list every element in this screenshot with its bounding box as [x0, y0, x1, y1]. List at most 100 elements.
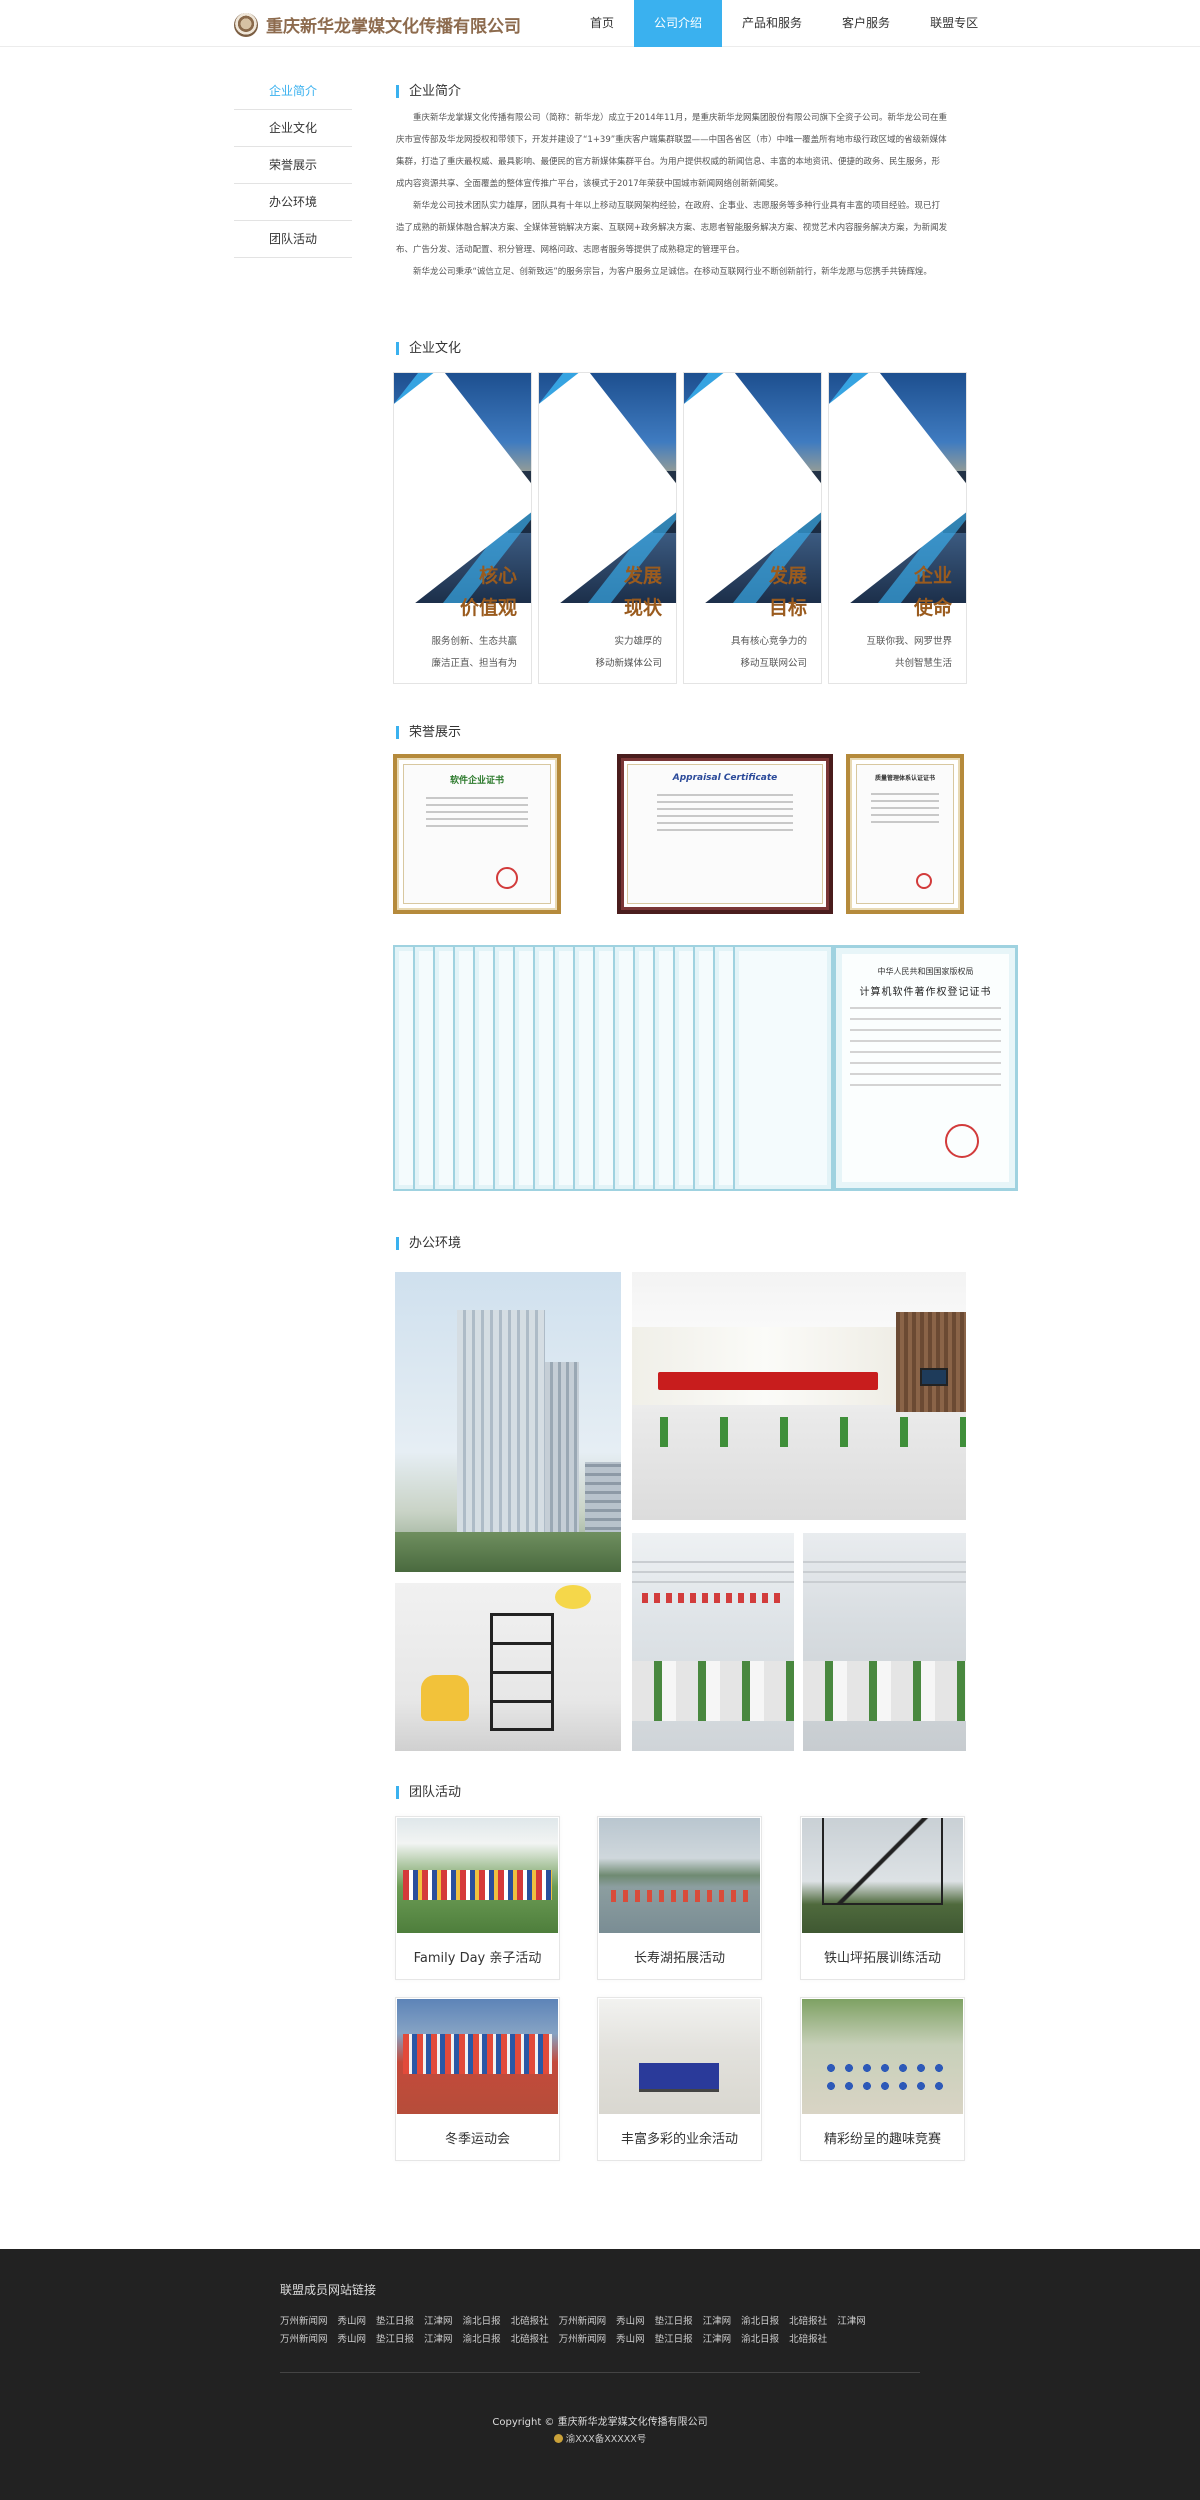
- certificate-issuer: 中华人民共和国国家版权局: [877, 967, 974, 976]
- section-title-office: 办公环境: [396, 1237, 461, 1250]
- header: 重庆新华龙掌媒文化传播有限公司 首页 公司介绍 产品和服务 客户服务 联盟专区: [0, 0, 1200, 47]
- open-office-photo: [632, 1533, 794, 1751]
- footer-link[interactable]: 江津网: [703, 2313, 732, 2327]
- logo[interactable]: 重庆新华龙掌媒文化传播有限公司: [234, 12, 521, 37]
- team-activity-card[interactable]: 长寿湖拓展活动: [597, 1816, 762, 1980]
- footer-link[interactable]: 万州新闻网: [559, 2331, 607, 2345]
- sidebar-item-profile[interactable]: 企业简介: [234, 73, 352, 110]
- footer-link[interactable]: 垫江日报: [655, 2313, 693, 2327]
- police-badge-icon: [553, 2434, 563, 2443]
- section-title-culture: 企业文化: [396, 342, 461, 355]
- section-title-honors: 荣誉展示: [396, 726, 461, 739]
- card-title-line1: 发展: [768, 565, 807, 587]
- footer-link[interactable]: 江津网: [837, 2313, 866, 2327]
- red-seal-icon: [945, 1124, 979, 1158]
- certificate-body: Appraisal Certificate: [627, 764, 823, 904]
- card-desc-line2: 共创智慧生活: [894, 658, 952, 669]
- sidebar-item-team[interactable]: 团队活动: [234, 221, 352, 258]
- footer-divider: [280, 2372, 920, 2373]
- footer-link[interactable]: 万州新闻网: [280, 2331, 328, 2345]
- sidebar-item-culture[interactable]: 企业文化: [234, 110, 352, 147]
- nav-company-intro[interactable]: 公司介绍: [634, 0, 723, 47]
- footer-link[interactable]: 江津网: [703, 2331, 732, 2345]
- footer-link[interactable]: 渝北日报: [741, 2313, 779, 2327]
- footer-link[interactable]: 垫江日报: [376, 2313, 414, 2327]
- logo-emblem-icon: [234, 12, 258, 37]
- activity-photo: [397, 1999, 558, 2114]
- card-desc-line1: 互联你我、网罗世界: [866, 636, 952, 647]
- intro-paragraph: 新华龙公司秉承“诚信立足、创新致远”的服务宗旨，为客户服务立足诚信。在移动互联网…: [413, 267, 932, 277]
- card-desc-line2: 廉洁正直、担当有为: [431, 658, 517, 669]
- card-desc-line1: 实力雄厚的: [614, 636, 662, 647]
- intro-paragraph: 新华龙公司技术团队实力雄厚，团队具有十年以上移动互联网架构经验，在政府、企事业、…: [396, 201, 948, 255]
- activity-label: 铁山坪拓展训练活动: [823, 1951, 941, 1966]
- footer-link[interactable]: 秀山网: [338, 2331, 367, 2345]
- nav-products-services[interactable]: 产品和服务: [722, 0, 822, 47]
- activity-label: 长寿湖拓展活动: [633, 1951, 725, 1966]
- sidebar-item-honors[interactable]: 荣誉展示: [234, 147, 352, 184]
- footer-link[interactable]: 万州新闻网: [559, 2313, 607, 2327]
- copyright-certificate-front: 中华人民共和国国家版权局 计算机软件著作权登记证书: [833, 945, 1018, 1191]
- footer: 联盟成员网站链接 万州新闻网 秀山网 垫江日报 江津网 渝北日报 北碚报社 万州…: [0, 2249, 1200, 2500]
- card-desc-line2: 移动新媒体公司: [595, 658, 662, 669]
- certificate-body: 质量管理体系认证证书: [856, 764, 954, 904]
- footer-link[interactable]: 北碚报社: [511, 2313, 549, 2327]
- footer-link[interactable]: 渝北日报: [463, 2313, 501, 2327]
- card-title-line2: 目标: [768, 597, 807, 619]
- card-title-line1: 核心: [478, 565, 517, 587]
- footer-link[interactable]: 北碚报社: [511, 2331, 549, 2345]
- certificate-title: 计算机软件著作权登记证书: [859, 987, 992, 998]
- footer-link[interactable]: 江津网: [424, 2331, 453, 2345]
- nav-alliance-zone[interactable]: 联盟专区: [910, 0, 998, 47]
- activity-photo: [599, 1818, 760, 1933]
- footer-link[interactable]: 秀山网: [616, 2313, 645, 2327]
- culture-card-status: 发展 现状 实力雄厚的 移动新媒体公司: [538, 372, 677, 684]
- card-desc-line2: 移动互联网公司: [740, 658, 807, 669]
- certificate-title: 软件企业证书: [449, 776, 504, 786]
- team-activity-card[interactable]: 精彩纷呈的趣味竞赛: [800, 1997, 965, 2161]
- footer-link[interactable]: 北碚报社: [789, 2313, 827, 2327]
- software-copyright-certificates: 中华人民共和国国家版权局 计算机软件著作权登记证书: [393, 945, 1018, 1191]
- team-activity-card[interactable]: 冬季运动会: [395, 1997, 560, 2161]
- icp-number: 渝XXX备XXXXX号: [565, 2434, 647, 2445]
- card-title-line2: 现状: [623, 597, 662, 619]
- footer-link[interactable]: 江津网: [424, 2313, 453, 2327]
- sidebar-item-office[interactable]: 办公环境: [234, 184, 352, 221]
- office-lobby-photo: [632, 1272, 966, 1520]
- intro-paragraph: 重庆新华龙掌媒文化传播有限公司（简称：新华龙）成立于2014年11月，是重庆新华…: [396, 113, 947, 189]
- footer-link[interactable]: 垫江日报: [655, 2331, 693, 2345]
- footer-link[interactable]: 北碚报社: [789, 2331, 827, 2345]
- certificate-software-enterprise: 软件企业证书: [393, 754, 561, 914]
- footer-link[interactable]: 万州新闻网: [280, 2313, 328, 2327]
- office-lounge-photo: [395, 1583, 621, 1751]
- footer-link[interactable]: 秀山网: [338, 2313, 367, 2327]
- certificate-title: 质量管理体系认证证书: [874, 775, 935, 782]
- team-activity-card[interactable]: 丰富多彩的业余活动: [597, 1997, 762, 2161]
- culture-card-values: 核心 价值观 服务创新、生态共赢 廉洁正直、担当有为: [393, 372, 532, 684]
- footer-link[interactable]: 渝北日报: [741, 2331, 779, 2345]
- certificate-appraisal: Appraisal Certificate: [617, 754, 833, 914]
- activity-label: 丰富多彩的业余活动: [620, 2132, 738, 2147]
- card-title-line2: 使命: [913, 597, 952, 619]
- activity-photo: [802, 1999, 963, 2114]
- sidebar: 企业简介 企业文化 荣誉展示 办公环境 团队活动: [234, 73, 352, 258]
- nav-home[interactable]: 首页: [570, 0, 634, 47]
- open-office-photo: [803, 1533, 966, 1751]
- company-sign: [658, 1372, 878, 1390]
- team-activity-card[interactable]: 铁山坪拓展训练活动: [800, 1816, 965, 1980]
- activity-photo: [802, 1818, 963, 1933]
- nav-customer-service[interactable]: 客户服务: [822, 0, 910, 47]
- card-title-line1: 发展: [623, 565, 662, 587]
- team-activity-card[interactable]: Family Day 亲子活动: [395, 1816, 560, 1980]
- footer-link[interactable]: 秀山网: [616, 2331, 645, 2345]
- certificate-title: Appraisal Certificate: [672, 773, 778, 783]
- main-nav: 首页 公司介绍 产品和服务 客户服务 联盟专区: [570, 0, 998, 47]
- icp-record[interactable]: 渝XXX备XXXXX号: [0, 2431, 1200, 2445]
- card-desc-line1: 具有核心竞争力的: [730, 636, 807, 647]
- page: 重庆新华龙掌媒文化传播有限公司 首页 公司介绍 产品和服务 客户服务 联盟专区 …: [0, 0, 1200, 2500]
- red-seal-icon: [915, 873, 932, 889]
- activity-photo: [599, 1999, 760, 2114]
- footer-link[interactable]: 渝北日报: [463, 2331, 501, 2345]
- footer-links-heading: 联盟成员网站链接: [280, 2283, 377, 2297]
- footer-link[interactable]: 垫江日报: [376, 2331, 414, 2345]
